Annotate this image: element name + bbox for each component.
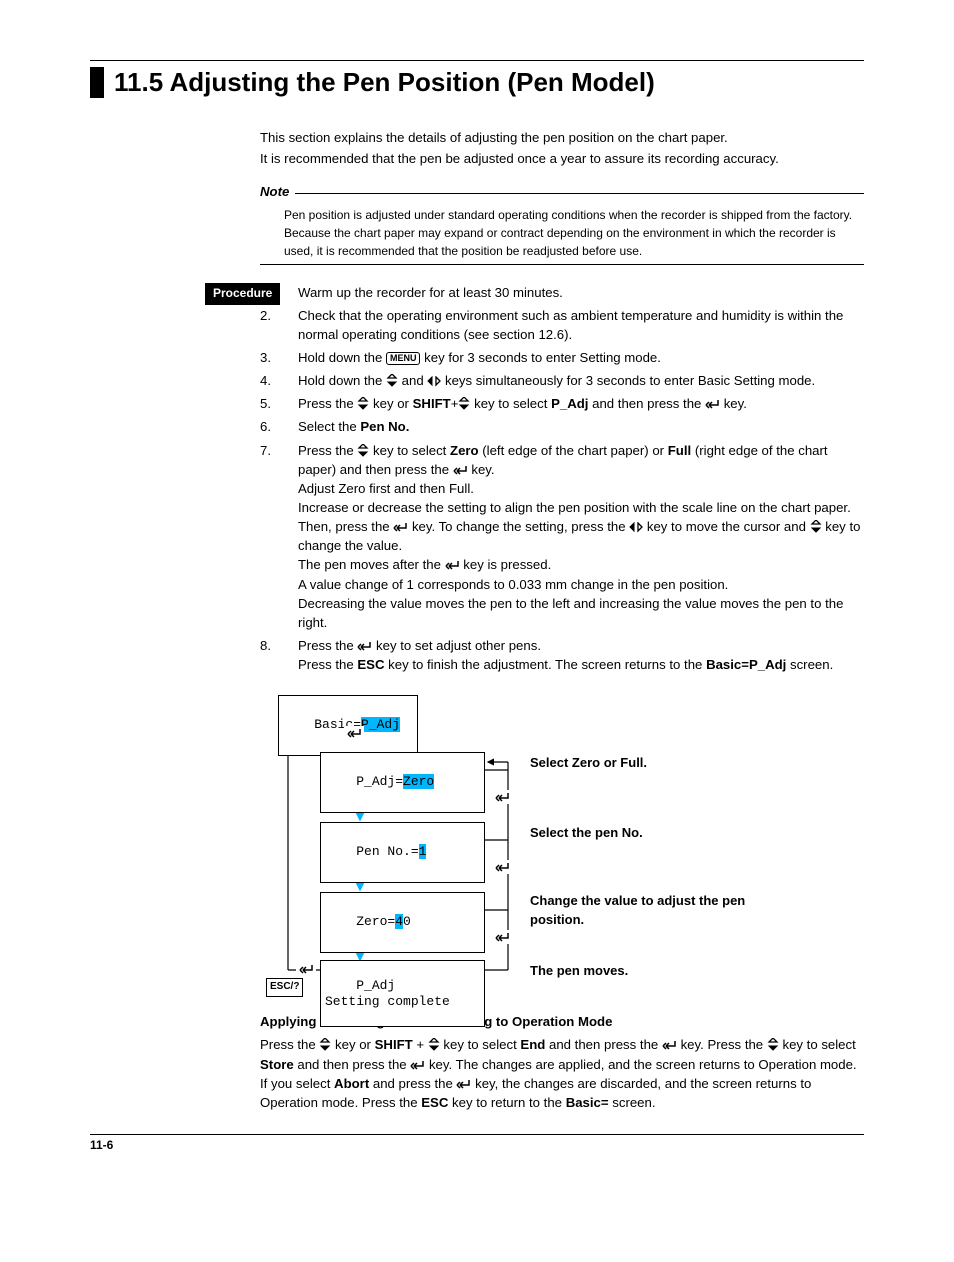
enter-icon	[456, 1078, 471, 1090]
flow-label-2: Select the pen No.	[530, 824, 790, 843]
step-number: 5.	[260, 394, 298, 413]
step-text: Hold down the and keys simultaneously fo…	[298, 371, 864, 390]
procedure-steps: 1. Warm up the recorder for at least 30 …	[260, 283, 864, 675]
step-number: 2.	[260, 306, 298, 344]
enter-icon	[357, 640, 372, 652]
flow-field-basic: Basic=P_Adj	[278, 695, 418, 756]
procedure-label: Procedure	[205, 283, 280, 305]
step-text: Hold down the MENU key for 3 seconds to …	[298, 348, 864, 367]
note-label: Note	[260, 182, 289, 201]
heading-bar	[90, 67, 104, 98]
intro-block: This section explains the details of adj…	[260, 128, 864, 264]
step-text: Warm up the recorder for at least 30 min…	[298, 283, 864, 302]
note-bottom-rule	[260, 264, 864, 265]
note-rule	[295, 193, 864, 194]
enter-icon	[393, 521, 408, 533]
enter-icon	[453, 464, 468, 476]
page-footer: 11-6	[90, 1134, 864, 1154]
menu-key: MENU	[386, 352, 421, 365]
flow-field-penno: Pen No.=1	[320, 822, 485, 883]
enter-icon	[410, 1059, 425, 1071]
step-number: 6.	[260, 417, 298, 436]
esc-key-label: ESC/?	[266, 978, 303, 997]
updown-icon	[319, 1038, 331, 1051]
updown-icon	[458, 397, 470, 410]
leftright-icon	[427, 376, 441, 387]
step-number: 3.	[260, 348, 298, 367]
step-text: Select the Pen No.	[298, 417, 864, 436]
section-number: 11.5	[114, 67, 163, 97]
flow-label-3: Change the value to adjust the pen posit…	[530, 892, 790, 930]
top-rule	[90, 60, 864, 61]
step-number: 4.	[260, 371, 298, 390]
step-text: Press the key to select Zero (left edge …	[298, 441, 864, 632]
apply-body: Press the key or SHIFT + key to select E…	[260, 1035, 864, 1112]
leftright-icon	[629, 522, 643, 533]
flowchart: Basic=P_Adj P_Adj=Zero Select Zero or Fu…	[260, 692, 864, 992]
updown-icon	[810, 520, 822, 533]
enter-icon	[705, 398, 720, 410]
note-body: Pen position is adjusted under standard …	[284, 206, 864, 260]
updown-icon	[767, 1038, 779, 1051]
updown-icon	[428, 1038, 440, 1051]
section-heading: 11.5 Adjusting the Pen Position (Pen Mod…	[90, 67, 864, 98]
flow-field-zero: Zero=40	[320, 892, 485, 953]
flow-label-4: The pen moves.	[530, 962, 790, 981]
step-text: Press the key to set adjust other pens. …	[298, 636, 864, 674]
updown-icon	[357, 397, 369, 410]
footer-rule	[90, 1134, 864, 1135]
step-number: 8.	[260, 636, 298, 674]
updown-icon	[386, 374, 398, 387]
intro-line-1: This section explains the details of adj…	[260, 128, 864, 147]
flow-field-padj: P_Adj=Zero	[320, 752, 485, 813]
page-number: 11-6	[90, 1137, 864, 1154]
updown-icon	[357, 444, 369, 457]
intro-line-2: It is recommended that the pen be adjust…	[260, 149, 864, 168]
step-number: 7.	[260, 441, 298, 632]
section-title-text: Adjusting the Pen Position (Pen Model)	[169, 67, 654, 97]
flow-label-1: Select Zero or Full.	[530, 754, 790, 773]
step-text: Check that the operating environment suc…	[298, 306, 864, 344]
enter-icon	[445, 559, 460, 571]
note-block: Note Pen position is adjusted under stan…	[260, 182, 864, 264]
step-text: Press the key or SHIFT+ key to select P_…	[298, 394, 864, 413]
flow-field-complete: P_AdjSetting complete	[320, 960, 485, 1027]
enter-icon	[662, 1039, 677, 1051]
